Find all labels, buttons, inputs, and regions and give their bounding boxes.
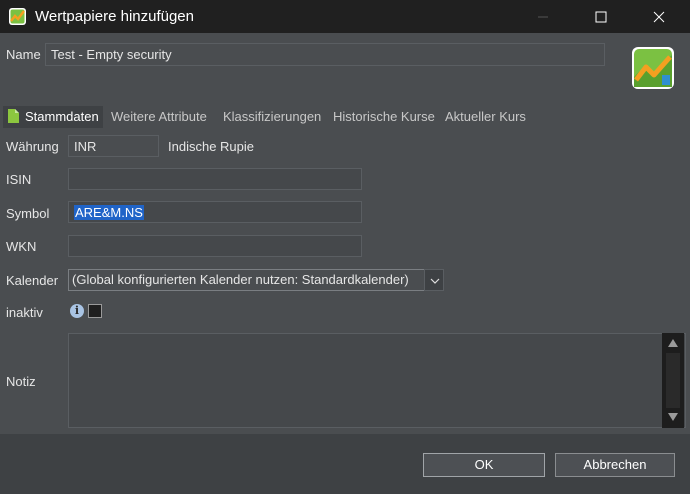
- cancel-button[interactable]: Abbrechen: [555, 453, 675, 477]
- info-icon[interactable]: i: [70, 304, 84, 318]
- minimize-icon: [538, 16, 548, 18]
- calendar-select[interactable]: (Global konfigurierten Kalender nutzen: …: [68, 269, 425, 291]
- symbol-input[interactable]: ARE&M.NS: [68, 201, 362, 223]
- wkn-input[interactable]: [68, 235, 362, 257]
- isin-input[interactable]: [68, 168, 362, 190]
- calendar-value: (Global konfigurierten Kalender nutzen: …: [72, 272, 409, 287]
- symbol-label: Symbol: [6, 206, 50, 221]
- document-icon: [8, 109, 19, 123]
- ok-button[interactable]: OK: [423, 453, 545, 477]
- app-logo: [632, 47, 674, 89]
- note-label: Notiz: [6, 374, 36, 389]
- minimize-button[interactable]: [521, 0, 567, 33]
- scroll-up-arrow-icon[interactable]: [668, 339, 678, 347]
- wkn-label: WKN: [6, 239, 37, 254]
- tab-bar: Stammdaten Weitere Attribute Klassifizie…: [0, 106, 690, 128]
- tab-weitere-attribute[interactable]: Weitere Attribute: [111, 109, 207, 124]
- currency-name: Indische Rupie: [168, 139, 254, 154]
- tab-stammdaten[interactable]: Stammdaten: [3, 106, 103, 128]
- calendar-dropdown-button[interactable]: [424, 269, 444, 291]
- tab-label: Stammdaten: [25, 109, 99, 124]
- inactive-label: inaktiv: [6, 305, 43, 320]
- note-scrollbar[interactable]: [662, 333, 684, 428]
- window-title: Wertpapiere hinzufügen: [35, 8, 194, 25]
- close-icon: [653, 11, 665, 23]
- close-button[interactable]: [637, 0, 683, 33]
- app-icon: [9, 8, 26, 25]
- inactive-checkbox[interactable]: [88, 304, 102, 318]
- tab-klassifizierungen[interactable]: Klassifizierungen: [223, 109, 321, 124]
- calendar-label: Kalender: [6, 273, 59, 288]
- currency-code-field[interactable]: INR: [68, 135, 159, 157]
- maximize-button[interactable]: [579, 0, 625, 33]
- isin-label: ISIN: [6, 172, 32, 187]
- note-textarea[interactable]: [68, 333, 686, 428]
- dialog-window: Wertpapiere hinzufügen Name Test - Empty…: [0, 0, 690, 494]
- chevron-down-icon: [430, 278, 440, 284]
- scroll-down-arrow-icon[interactable]: [668, 413, 678, 421]
- currency-label: Währung: [6, 139, 59, 154]
- name-value: Test - Empty security: [51, 47, 172, 62]
- tab-aktueller-kurs[interactable]: Aktueller Kurs: [445, 109, 526, 124]
- symbol-value: ARE&M.NS: [74, 205, 144, 220]
- scroll-thumb[interactable]: [666, 353, 680, 408]
- name-label: Name: [6, 47, 41, 62]
- maximize-icon: [595, 11, 607, 23]
- currency-code: INR: [74, 139, 97, 154]
- title-bar[interactable]: Wertpapiere hinzufügen: [0, 0, 690, 33]
- tab-historische-kurse[interactable]: Historische Kurse: [333, 109, 435, 124]
- name-field[interactable]: Test - Empty security: [45, 43, 605, 66]
